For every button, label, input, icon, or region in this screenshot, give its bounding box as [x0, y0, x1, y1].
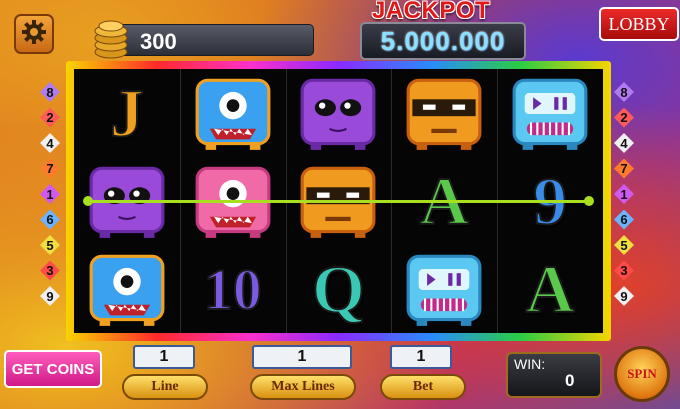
active-payline [83, 196, 594, 206]
left-line-indicator[interactable]: 1 [40, 184, 60, 204]
symbol-letter: Q [286, 245, 392, 333]
line-value: 1 [133, 345, 195, 369]
symbol-blue-cyclops [74, 245, 180, 333]
left-line-indicator[interactable]: 3 [40, 260, 60, 281]
symbol-orange-ninja [391, 69, 497, 157]
symbol-letter-text: Q [311, 250, 366, 328]
symbol-letter: A [497, 245, 603, 333]
get-coins-button[interactable]: GET COINS [4, 350, 102, 388]
bet-button[interactable]: Bet [380, 374, 466, 400]
left-line-indicator[interactable]: 7 [40, 158, 60, 179]
right-line-indicator[interactable]: 7 [614, 158, 634, 179]
spin-button[interactable]: SPIN [614, 346, 670, 402]
line-button[interactable]: Line [122, 374, 208, 400]
symbol-blue-robot [497, 69, 603, 157]
settings-button[interactable] [14, 14, 54, 54]
right-line-indicator[interactable]: 8 [614, 82, 634, 102]
bet-value: 1 [390, 345, 452, 369]
symbol-letter: J [74, 69, 180, 157]
max-lines-button[interactable]: Max Lines [250, 374, 356, 400]
lobby-button[interactable]: LOBBY [599, 7, 679, 41]
coin-stack-icon [92, 18, 130, 60]
right-line-indicator[interactable]: 1 [614, 184, 634, 204]
reel-grid: J A 9 10 Q A [74, 69, 603, 333]
left-line-indicator[interactable]: 9 [40, 286, 60, 306]
symbol-letter-text: 10 [203, 256, 263, 323]
win-value: 0 [565, 371, 575, 390]
symbol-blue-robot [391, 245, 497, 333]
reel-frame: J A 9 10 Q A [66, 61, 611, 341]
jackpot-value: 5.000.000 [380, 25, 506, 56]
right-line-indicator[interactable]: 5 [614, 235, 634, 255]
jackpot-display: 5.000.000 [360, 22, 526, 60]
left-line-indicator[interactable]: 2 [40, 107, 60, 128]
left-line-indicator[interactable]: 5 [40, 235, 60, 255]
gear-icon [21, 19, 47, 49]
left-line-indicator[interactable]: 4 [40, 133, 60, 153]
right-line-indicator[interactable]: 3 [614, 260, 634, 281]
right-line-indicator[interactable]: 9 [614, 286, 634, 306]
left-line-indicator[interactable]: 6 [40, 209, 60, 230]
symbol-purple-alien [286, 69, 392, 157]
win-label: WIN: [514, 356, 546, 372]
symbol-blue-cyclops [180, 69, 286, 157]
balance-value: 300 [140, 29, 177, 54]
symbol-letter: 10 [180, 245, 286, 333]
max-lines-value: 1 [252, 345, 352, 369]
left-line-indicator[interactable]: 8 [40, 82, 60, 102]
right-line-indicator[interactable]: 2 [614, 107, 634, 128]
symbol-letter-text: J [109, 74, 145, 152]
right-line-indicator[interactable]: 4 [614, 133, 634, 153]
symbol-letter-text: A [525, 250, 576, 328]
right-line-indicator[interactable]: 6 [614, 209, 634, 230]
